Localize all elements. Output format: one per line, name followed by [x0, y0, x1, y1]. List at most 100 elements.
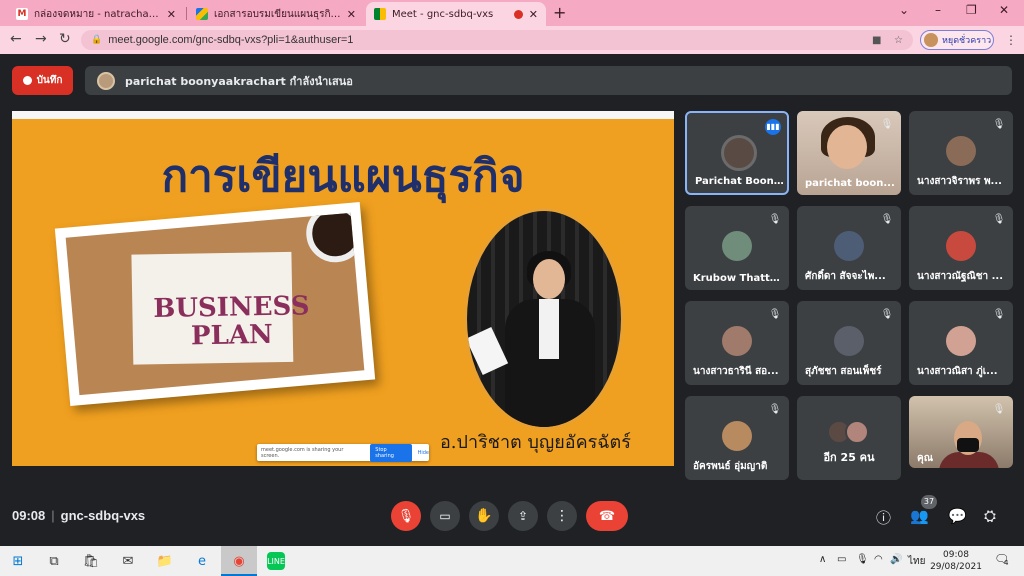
record-icon: [22, 76, 32, 85]
business-plan-photo: BUSINESS PLAN: [54, 202, 376, 406]
divider: |: [51, 508, 55, 523]
participant-name: นางสาวณัฐณิชา ...: [917, 271, 1004, 282]
volume-icon[interactable]: 🔊: [890, 554, 902, 565]
meeting-info: 09:08 | gnc-sdbq-vxs: [12, 508, 145, 523]
url-text: meet.google.com/gnc-sdbq-vxs?pli=1&authu…: [108, 34, 354, 46]
people-icon[interactable]: 👥: [910, 507, 929, 525]
browser-menu-icon[interactable]: ⋮: [1005, 33, 1017, 47]
participant-name: คุณ: [917, 453, 933, 464]
tab-meet[interactable]: Meet - gnc-sdbq-vxs ✕: [366, 2, 546, 26]
slide-top-border: [12, 111, 674, 119]
close-icon[interactable]: ✕: [347, 8, 356, 21]
presenter-banner[interactable]: parichat boonyaakrachart กำลังนำเสนอ: [85, 66, 1012, 95]
profile-button[interactable]: หยุดชั่วคราว: [920, 30, 994, 50]
avatar: [834, 231, 864, 261]
mic-off-icon: 🎙: [992, 214, 1006, 225]
participant-tile[interactable]: 🎙 นางสาวณิสา ภู่เ...: [909, 301, 1013, 385]
camera-icon[interactable]: ■: [872, 35, 881, 46]
battery-icon[interactable]: ▭: [837, 554, 846, 565]
self-view-tile[interactable]: 🎙 คุณ: [909, 396, 1013, 468]
wifi-icon[interactable]: ◠: [874, 554, 883, 565]
mic-tray-icon[interactable]: 🎙: [856, 554, 869, 565]
tab-title: กล่องจดหมาย - natracha@pttc.ac.th: [34, 8, 161, 20]
tab-search-icon[interactable]: ⌄: [899, 3, 909, 17]
people-count-badge: 37: [921, 495, 937, 509]
reload-icon[interactable]: ↻: [59, 31, 71, 47]
tab-drive-doc[interactable]: เอกสารอบรมเขียนแผนธุรกิจออนไลน์ ปี ✕: [188, 2, 364, 26]
stop-sharing-button[interactable]: Stop sharing: [370, 443, 412, 462]
mic-toggle-button[interactable]: 🎙: [391, 501, 421, 531]
tab-gmail[interactable]: M กล่องจดหมาย - natracha@pttc.ac.th ✕: [8, 2, 184, 26]
participant-tile[interactable]: 🎙 parichat boon...: [797, 111, 901, 195]
participant-tile[interactable]: ▮▮▮ Parichat Boony...: [685, 111, 789, 195]
bookmark-star-icon[interactable]: ☆: [894, 35, 903, 46]
avatar: [97, 71, 115, 90]
lock-icon: 🔒: [91, 35, 103, 45]
windows-start-icon[interactable]: ⊞: [9, 552, 27, 570]
record-button[interactable]: บันทึก: [12, 66, 73, 95]
camera-toggle-button[interactable]: ▭: [430, 501, 460, 531]
tab-divider: [186, 7, 187, 20]
presenter-portrait: [464, 208, 624, 430]
mail-icon[interactable]: ✉: [119, 552, 137, 570]
present-button[interactable]: ⇪: [508, 501, 538, 531]
close-window-icon[interactable]: ✕: [999, 3, 1009, 17]
forward-icon[interactable]: →: [35, 31, 47, 47]
avatar: [834, 326, 864, 356]
meeting-time: 09:08: [12, 508, 46, 523]
chat-icon[interactable]: 💬: [948, 507, 967, 525]
close-icon[interactable]: ✕: [529, 8, 538, 21]
file-explorer-icon[interactable]: 📁: [156, 552, 174, 570]
participant-tile[interactable]: 🎙 สุภัชชา สอนเพ็ชร์: [797, 301, 901, 385]
speaking-indicator-icon: ▮▮▮: [765, 119, 781, 135]
hand-icon: ✋: [475, 508, 493, 524]
participant-tile[interactable]: 🎙 นางสาวธารินี สอ...: [685, 301, 789, 385]
video-feed: [827, 125, 867, 169]
screen-share-notice: meet.google.com is sharing your screen. …: [257, 443, 429, 462]
edge-icon[interactable]: e: [193, 552, 211, 570]
task-view-icon[interactable]: ⧉: [45, 552, 63, 570]
address-bar[interactable]: 🔒 meet.google.com/gnc-sdbq-vxs?pli=1&aut…: [81, 30, 913, 50]
tab-title: เอกสารอบรมเขียนแผนธุรกิจออนไลน์ ปี: [214, 8, 341, 20]
participant-tile[interactable]: 🎙 อัครพนธ์ อุ่มญาติ: [685, 396, 789, 480]
mic-off-icon: 🎙: [992, 119, 1006, 130]
profile-label: หยุดชั่วคราว: [942, 36, 992, 46]
back-icon[interactable]: ←: [10, 31, 22, 47]
participant-tile[interactable]: 🎙 ศักดิ์ดา สัจจะไพ...: [797, 206, 901, 290]
participant-tile[interactable]: 🎙 นางสาวณัฐณิชา ...: [909, 206, 1013, 290]
taskbar-clock[interactable]: 09:08 29/08/2021: [926, 549, 986, 573]
new-tab-button[interactable]: +: [553, 3, 566, 22]
avatar: [946, 231, 976, 261]
leave-call-button[interactable]: ☎: [586, 501, 628, 531]
mic-off-icon: 🎙: [992, 309, 1006, 320]
participant-name: ศักดิ์ดา สัจจะไพ...: [805, 271, 886, 282]
presenter-banner-text: parichat boonyaakrachart กำลังนำเสนอ: [125, 74, 353, 88]
avatar: [946, 326, 976, 356]
language-indicator[interactable]: ไทย: [908, 554, 925, 569]
participant-name: Parichat Boony...: [695, 176, 785, 187]
minimize-icon[interactable]: –: [935, 3, 941, 17]
restore-icon[interactable]: ❐: [966, 3, 977, 17]
browser-tab-bar: M กล่องจดหมาย - natracha@pttc.ac.th ✕ เอ…: [0, 0, 1024, 26]
record-label: บันทึก: [36, 75, 63, 86]
raise-hand-button[interactable]: ✋: [469, 501, 499, 531]
meet-icon: [374, 8, 386, 20]
show-hidden-icons[interactable]: ∧: [819, 554, 826, 565]
hide-button[interactable]: Hide: [418, 450, 429, 456]
hang-up-icon: ☎: [598, 508, 616, 524]
more-vert-icon: ⋮: [555, 508, 569, 524]
gmail-icon: M: [16, 8, 28, 20]
store-icon[interactable]: 🛍: [82, 552, 100, 570]
line-app-icon[interactable]: LINE: [267, 552, 285, 570]
video-feed: [957, 438, 979, 452]
tab-title: Meet - gnc-sdbq-vxs: [392, 8, 494, 20]
participant-tile[interactable]: 🎙 นางสาวจิราพร พ...: [909, 111, 1013, 195]
more-participants-tile[interactable]: อีก 25 คน: [797, 396, 901, 480]
chrome-icon[interactable]: ◉: [230, 552, 248, 570]
close-icon[interactable]: ✕: [167, 8, 176, 21]
activities-icon[interactable]: ⛭: [984, 507, 996, 525]
video-camera-icon: ▭: [439, 509, 451, 523]
more-options-button[interactable]: ⋮: [547, 501, 577, 531]
participant-tile[interactable]: 🎙 Krubow Thatth...: [685, 206, 789, 290]
info-icon[interactable]: ⓘ: [876, 507, 891, 528]
